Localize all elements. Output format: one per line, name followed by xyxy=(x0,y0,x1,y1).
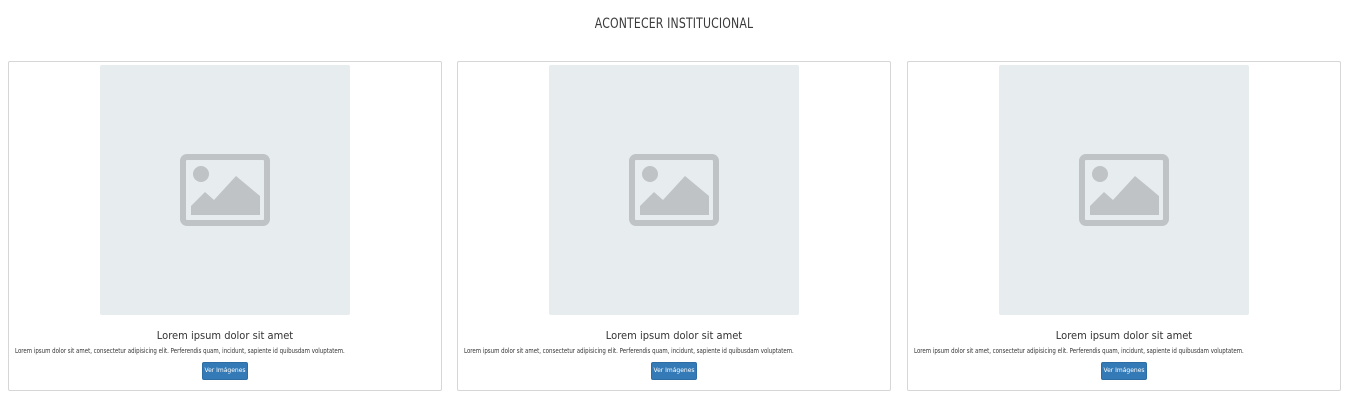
card-image[interactable] xyxy=(549,65,799,315)
image-placeholder-icon xyxy=(1079,154,1169,226)
image-placeholder-icon xyxy=(180,154,270,226)
gallery-card: Lorem ipsum dolor sit amet Lorem ipsum d… xyxy=(457,61,891,391)
card-image[interactable] xyxy=(999,65,1249,315)
card-description: Lorem ipsum dolor sit amet, consectetur … xyxy=(15,347,345,355)
section-title: ACONTECER INSTITUCIONAL xyxy=(594,16,754,32)
view-images-button[interactable]: Ver Imágenes xyxy=(202,362,248,380)
card-description: Lorem ipsum dolor sit amet, consectetur … xyxy=(914,347,1244,355)
card-title: Lorem ipsum dolor sit amet xyxy=(156,329,294,342)
gallery-card: Lorem ipsum dolor sit amet Lorem ipsum d… xyxy=(8,61,442,391)
card-description: Lorem ipsum dolor sit amet, consectetur … xyxy=(464,347,794,355)
card-title: Lorem ipsum dolor sit amet xyxy=(605,329,743,342)
view-images-button[interactable]: Ver Imágenes xyxy=(651,362,697,380)
card-list: Lorem ipsum dolor sit amet Lorem ipsum d… xyxy=(8,61,1342,391)
image-placeholder-icon xyxy=(629,154,719,226)
view-images-button[interactable]: Ver Imágenes xyxy=(1101,362,1147,380)
gallery-card: Lorem ipsum dolor sit amet Lorem ipsum d… xyxy=(907,61,1341,391)
card-image[interactable] xyxy=(100,65,350,315)
card-title: Lorem ipsum dolor sit amet xyxy=(1055,329,1193,342)
